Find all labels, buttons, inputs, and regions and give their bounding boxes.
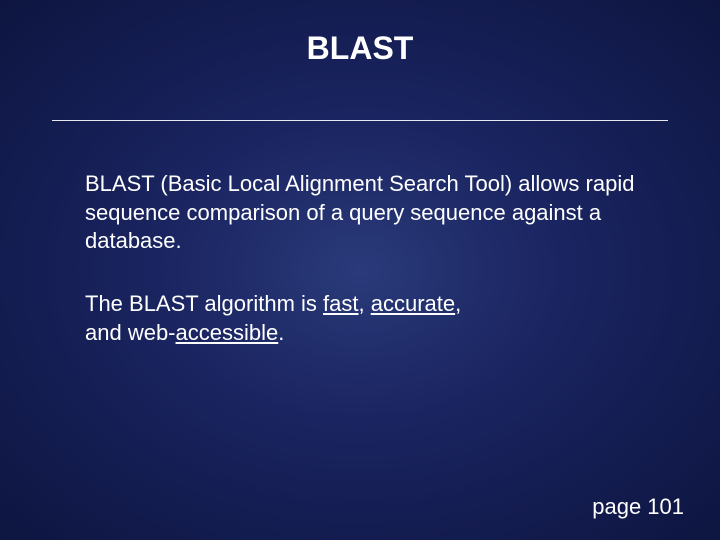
para2-fast: fast: [323, 291, 358, 316]
title-divider: [52, 120, 668, 121]
body-paragraph-1: BLAST (Basic Local Alignment Search Tool…: [85, 170, 645, 256]
page-number: page 101: [592, 494, 684, 520]
para2-text-prefix: The BLAST algorithm is: [85, 291, 323, 316]
body-paragraph-2: The BLAST algorithm is fast, accurate, a…: [85, 290, 645, 347]
para2-suffix: .: [278, 320, 284, 345]
para2-sep2: ,: [455, 291, 461, 316]
para2-sep1: ,: [359, 291, 371, 316]
slide-title: BLAST: [0, 30, 720, 67]
para2-line2-prefix: and web-: [85, 320, 176, 345]
para2-accessible: accessible: [176, 320, 279, 345]
para2-accurate: accurate: [371, 291, 455, 316]
